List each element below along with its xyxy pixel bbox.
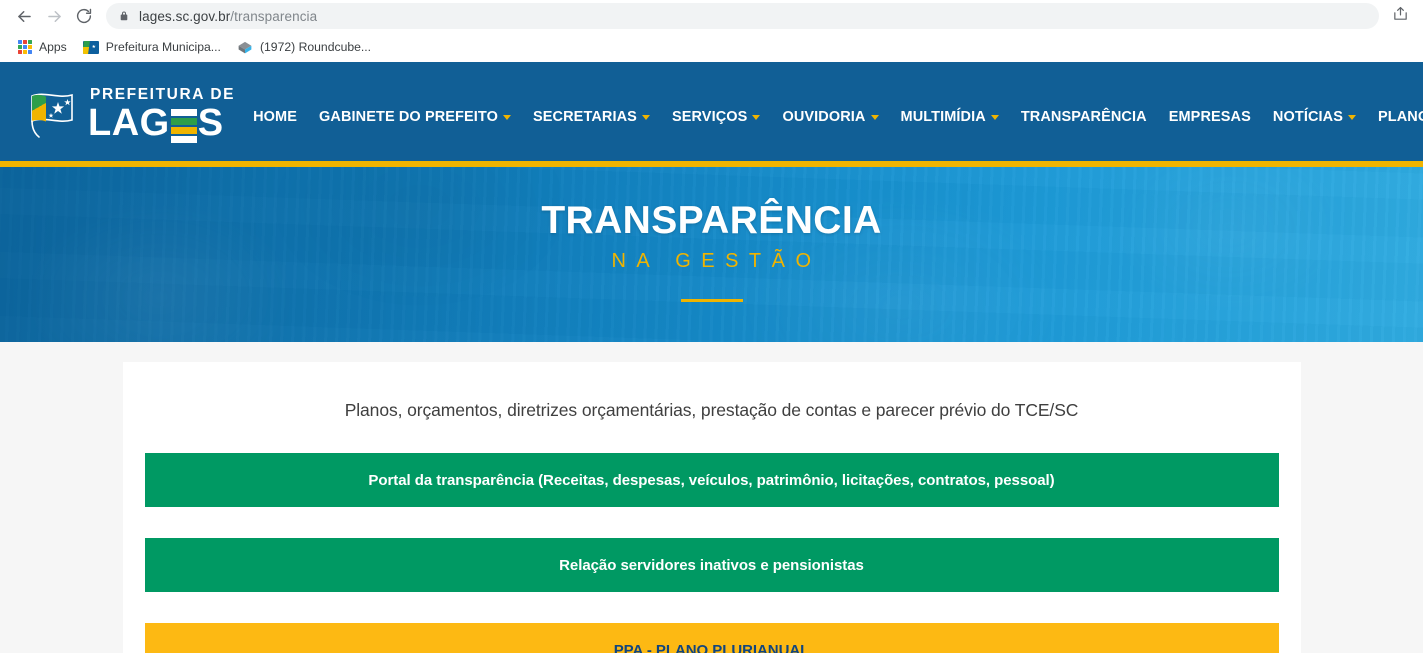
site-logo[interactable]: PREFEITURA DE LAG S [26,86,236,144]
nav-label: OUVIDORIA [782,108,866,125]
hero-subtitle: NA GESTÃO [611,250,822,273]
address-bar[interactable]: lages.sc.gov.br/transparencia [106,3,1379,29]
chevron-down-icon [752,115,761,120]
chevron-down-icon [990,115,999,120]
chevron-down-icon [641,115,650,120]
nav-item-secretarias[interactable]: SECRETARIAS [533,103,650,131]
browser-toolbar: lages.sc.gov.br/transparencia [0,0,1423,32]
intro-text: Planos, orçamentos, diretrizes orçamentá… [344,400,1079,420]
nav-item-servicos[interactable]: SERVIÇOS [671,103,761,131]
portal-transparencia-button[interactable]: Portal da transparência (Receitas, despe… [144,453,1279,507]
button-label: Portal da transparência (Receitas, despe… [368,471,1055,489]
nav-item-home[interactable]: HOME [253,103,297,131]
nav-label: SECRETARIAS [533,108,637,125]
nav-label: NOTÍCIAS [1272,108,1343,125]
site-logo-text: PREFEITURA DE LAG S [88,86,236,144]
button-label: PPA - PLANO PLURIANUAL [613,641,810,653]
nav-label: HOME [253,108,298,125]
nav-label: PLANO MUNICIPAL [1378,108,1423,125]
bookmark-apps[interactable]: Apps [10,35,75,59]
nav-item-noticias[interactable]: NOTÍCIAS [1273,103,1356,131]
hero-title: TRANSPARÊNCIA [541,198,882,242]
hero-divider [680,299,743,303]
bookmark-label: Prefeitura Municipa... [105,40,221,54]
main-navigation: HOME GABINETE DO PREFEITO SECRETARIAS SE… [251,62,1423,167]
lock-icon [118,9,130,23]
apps-grid-icon [18,40,32,54]
nav-item-ouvidoria[interactable]: OUVIDORIA [782,103,879,131]
url-domain: lages.sc.gov.br [139,8,231,24]
bookmarks-bar: Apps Prefeitura Municipa... (1972) Round… [0,32,1423,62]
nav-item-transparencia[interactable]: TRANSPARÊNCIA [1021,103,1147,131]
bookmark-roundcube[interactable]: (1972) Roundcube... [229,35,379,59]
site-header: PREFEITURA DE LAG S HOME GABINETE DO PRE… [0,62,1423,167]
nav-label: MULTIMÍDIA [900,108,986,125]
logo-line-lages: LAG S [88,101,235,144]
nav-item-gabinete-do-prefeito[interactable]: GABINETE DO PREFEITO [319,103,511,131]
prefeitura-flag-favicon [82,40,99,54]
forward-arrow-icon [45,7,64,26]
logo-lages-prefix: LAG [88,101,170,144]
browser-chrome: lages.sc.gov.br/transparencia Apps Prefe… [0,0,1423,62]
hero-banner: TRANSPARÊNCIA NA GESTÃO [0,167,1423,342]
url-text: lages.sc.gov.br/transparencia [139,9,317,24]
reload-button[interactable] [70,2,98,30]
nav-label: EMPRESAS [1168,108,1251,125]
logo-line-prefeitura: PREFEITURA DE [90,86,236,104]
bookmark-label: Apps [39,40,67,54]
nav-label: GABINETE DO PREFEITO [319,108,498,125]
chevron-down-icon [1348,115,1356,120]
nav-item-multimidia[interactable]: MULTIMÍDIA [901,103,999,131]
hero-content: TRANSPARÊNCIA NA GESTÃO [0,167,1423,342]
logo-striped-e-icon [170,108,197,143]
roundcube-favicon [237,40,253,54]
forward-button[interactable] [40,2,68,30]
nav-item-empresas[interactable]: EMPRESAS [1169,103,1251,131]
chevron-down-icon [503,115,511,120]
bookmark-prefeitura[interactable]: Prefeitura Municipa... [75,35,229,59]
logo-lages-suffix: S [197,101,224,144]
share-icon [1392,5,1409,27]
nav-item-plano-municipal[interactable]: PLANO MUNICIPAL [1378,103,1423,131]
servidores-inativos-button[interactable]: Relação servidores inativos e pensionist… [144,538,1279,592]
lages-flag-icon [26,90,80,140]
share-button[interactable] [1387,3,1413,29]
content-card: Planos, orçamentos, diretrizes orçamentá… [122,362,1301,653]
nav-label: SERVIÇOS [671,108,748,125]
chevron-down-icon [870,115,879,120]
button-label: Relação servidores inativos e pensionist… [559,556,864,574]
back-button[interactable] [10,2,38,30]
nav-label: TRANSPARÊNCIA [1020,108,1147,125]
page-body: Planos, orçamentos, diretrizes orçamentá… [0,342,1423,653]
url-path: /transparencia [230,8,318,24]
reload-icon [75,7,93,25]
bookmark-label: (1972) Roundcube... [259,40,372,54]
back-arrow-icon [15,7,34,26]
ppa-plano-plurianual-button[interactable]: PPA - PLANO PLURIANUAL [144,623,1279,653]
